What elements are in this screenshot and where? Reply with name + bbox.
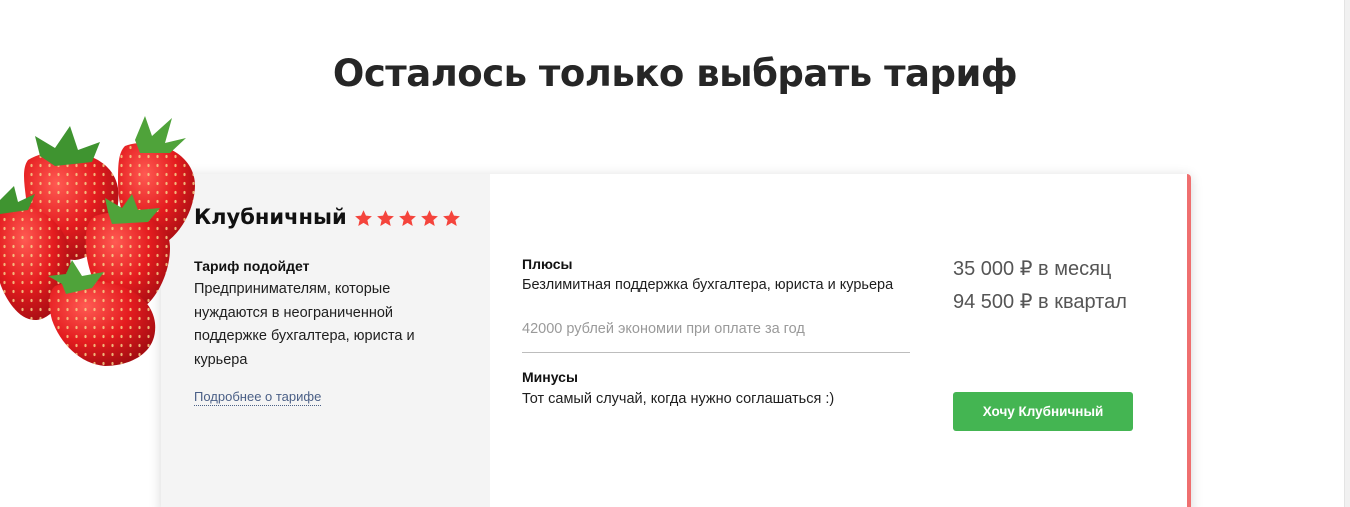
suits-description: Предпринимателям, которые нуждаются в не… [194, 281, 415, 368]
cons-text: Тот самый случай, когда нужно соглашатьс… [522, 391, 835, 407]
suits-heading: Тариф подойдет [194, 258, 310, 274]
strawberries-image [0, 116, 195, 366]
pros-heading: Плюсы [522, 256, 573, 272]
star-icon [355, 210, 372, 227]
rating-stars [354, 209, 461, 228]
plan-card: Клубничный Тариф подойдет Предпринимател… [161, 174, 1191, 507]
star-icon [421, 210, 438, 227]
star-icon [399, 210, 416, 227]
pros-text: Безлимитная поддержка бухгалтера, юриста… [522, 277, 894, 293]
star-icon [443, 210, 460, 227]
card-accent-bar [1187, 174, 1191, 507]
pricing-section: Осталось только выбрать тариф Клубничный… [0, 0, 1350, 507]
price-per-month: 35 000 ₽ в месяц [953, 258, 1112, 280]
price-per-quarter: 94 500 ₽ в квартал [953, 291, 1127, 313]
plan-summary-panel: Клубничный Тариф подойдет Предпринимател… [161, 174, 490, 507]
savings-note: 42000 рублей экономии при оплате за год [522, 321, 805, 337]
cons-heading: Минусы [522, 369, 578, 385]
plan-details-link[interactable]: Подробнее о тарифе [194, 389, 322, 406]
choose-plan-button[interactable]: Хочу Клубничный [953, 392, 1133, 431]
star-icon [377, 210, 394, 227]
section-title: Осталось только выбрать тариф [332, 52, 1018, 95]
plan-name: Клубничный [194, 205, 347, 229]
divider [522, 352, 910, 353]
